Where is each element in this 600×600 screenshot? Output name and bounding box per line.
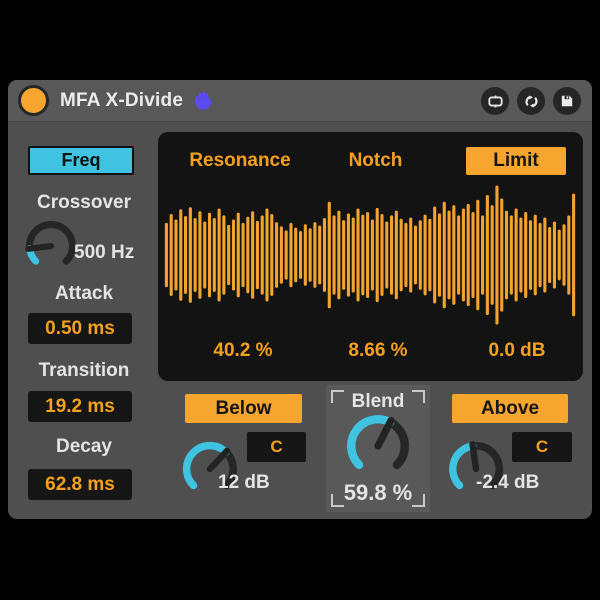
device-on-toggle[interactable]: [18, 85, 49, 116]
crossover-knob[interactable]: [25, 220, 77, 272]
sync-button[interactable]: [517, 87, 545, 115]
above-button[interactable]: Above: [452, 394, 568, 423]
resonance-label: Resonance: [189, 150, 291, 171]
titlebar-buttons: [481, 87, 581, 115]
save-button[interactable]: [553, 87, 581, 115]
display-panel: Resonance Notch Limit 40.2 % 8.66 % 0.0 …: [158, 132, 583, 381]
mfa-x-divide-device: MFA X-Divide Freq Crossover 500 Hz Attac…: [8, 80, 592, 519]
save-icon: [561, 95, 573, 107]
frame-button[interactable]: [481, 87, 509, 115]
attack-value[interactable]: 0.50 ms: [28, 313, 132, 344]
blend-label: Blend: [351, 391, 405, 412]
crossover-value[interactable]: 500 Hz: [74, 241, 159, 265]
decay-value[interactable]: 62.8 ms: [28, 469, 132, 500]
hand-icon: [192, 90, 213, 111]
below-c-button[interactable]: C: [247, 432, 306, 462]
below-button[interactable]: Below: [185, 394, 302, 423]
frame-icon: [487, 95, 503, 107]
above-gain-value[interactable]: -2.4 dB: [476, 471, 576, 495]
decay-label: Decay: [56, 436, 112, 457]
title-bar: MFA X-Divide: [8, 80, 592, 122]
above-c-button[interactable]: C: [512, 432, 572, 462]
transition-value[interactable]: 19.2 ms: [28, 391, 132, 422]
sync-icon: [524, 95, 538, 107]
notch-label: Notch: [348, 150, 403, 171]
waveform-display: [164, 185, 576, 325]
limit-button[interactable]: Limit: [466, 147, 566, 175]
transition-label: Transition: [38, 360, 130, 381]
blend-panel: Blend 59.8 %: [326, 385, 430, 512]
device-title: MFA X-Divide: [60, 89, 184, 111]
crossover-label: Crossover: [37, 192, 131, 213]
below-gain-value[interactable]: 12 dB: [218, 471, 308, 495]
notch-value: 8.66 %: [348, 340, 408, 361]
attack-label: Attack: [54, 283, 114, 304]
blend-knob[interactable]: [346, 414, 410, 478]
limit-value: 0.0 dB: [488, 340, 546, 361]
resonance-value: 40.2 %: [213, 340, 273, 361]
blend-value[interactable]: 59.8 %: [326, 479, 430, 507]
freq-mode-button[interactable]: Freq: [28, 146, 134, 175]
